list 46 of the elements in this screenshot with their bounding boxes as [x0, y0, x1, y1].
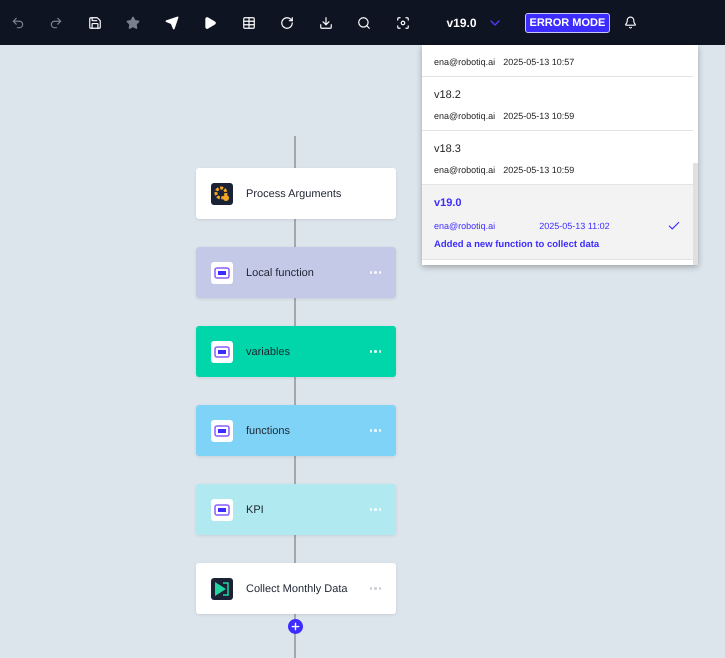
version-item[interactable]: v19.0 ena@robotiq.ai 2025-05-13 11:02 Added a new function to collect data: [422, 185, 693, 260]
bell-icon[interactable]: [624, 16, 638, 29]
node-label: Local function: [246, 266, 315, 278]
version-title: v18.3: [434, 143, 462, 155]
focus-icon[interactable]: [396, 16, 410, 30]
gear-icon: [211, 182, 233, 204]
play-icon[interactable]: [203, 16, 217, 30]
version-date: 2025-05-13 11:02: [539, 221, 611, 231]
version-date: 2025-05-13 10:59: [503, 165, 574, 175]
flow-node[interactable]: functions: [196, 405, 396, 456]
version-note: Added a new function to collect data: [434, 239, 600, 250]
version-item[interactable]: v18.3 ena@robotiq.ai 2025-05-13 10:59: [422, 131, 693, 185]
version-title: v18.2: [434, 89, 462, 101]
bracket-icon: [211, 498, 233, 520]
node-label: Collect Monthly Data: [246, 582, 348, 594]
version-author: ena@robotiq.ai: [434, 57, 496, 67]
save-icon[interactable]: [88, 16, 102, 30]
flow-node[interactable]: KPI: [196, 484, 396, 535]
node-label: KPI: [246, 504, 265, 516]
paper-plane-icon[interactable]: [164, 16, 178, 30]
version-author: ena@robotiq.ai: [434, 221, 496, 231]
flow-node[interactable]: Process Arguments: [196, 168, 396, 219]
node-label: functions: [246, 424, 292, 436]
flow-node[interactable]: variables: [196, 326, 396, 377]
version-label: v19.0: [446, 16, 477, 30]
version-date: 2025-05-13 10:57: [503, 57, 574, 67]
flow-node[interactable]: Local function: [196, 247, 396, 298]
flow-node[interactable]: Collect Monthly Data: [196, 563, 396, 614]
search-icon[interactable]: [357, 16, 371, 30]
version-title: v19.0: [434, 197, 463, 209]
refresh-icon[interactable]: [280, 16, 294, 30]
table-icon[interactable]: [242, 16, 256, 30]
version-item[interactable]: v18.2 ena@robotiq.ai 2025-05-13 10:59: [422, 77, 693, 131]
error-mode-button[interactable]: ERROR MODE: [524, 12, 610, 32]
bracket-icon: [211, 340, 233, 362]
play-icon: [211, 578, 233, 600]
version-date: 2025-05-13 10:59: [503, 111, 574, 121]
bracket-icon: [211, 262, 233, 284]
download-icon[interactable]: [318, 16, 332, 30]
bracket-icon: [211, 420, 233, 442]
node-label: Process Arguments: [246, 188, 342, 200]
version-item[interactable]: ena@robotiq.ai 2025-05-13 10:57: [422, 45, 693, 77]
version-author: ena@robotiq.ai: [434, 165, 496, 175]
version-author: ena@robotiq.ai: [434, 111, 496, 121]
node-label: variables: [246, 346, 292, 358]
add-icon[interactable]: [290, 621, 301, 632]
